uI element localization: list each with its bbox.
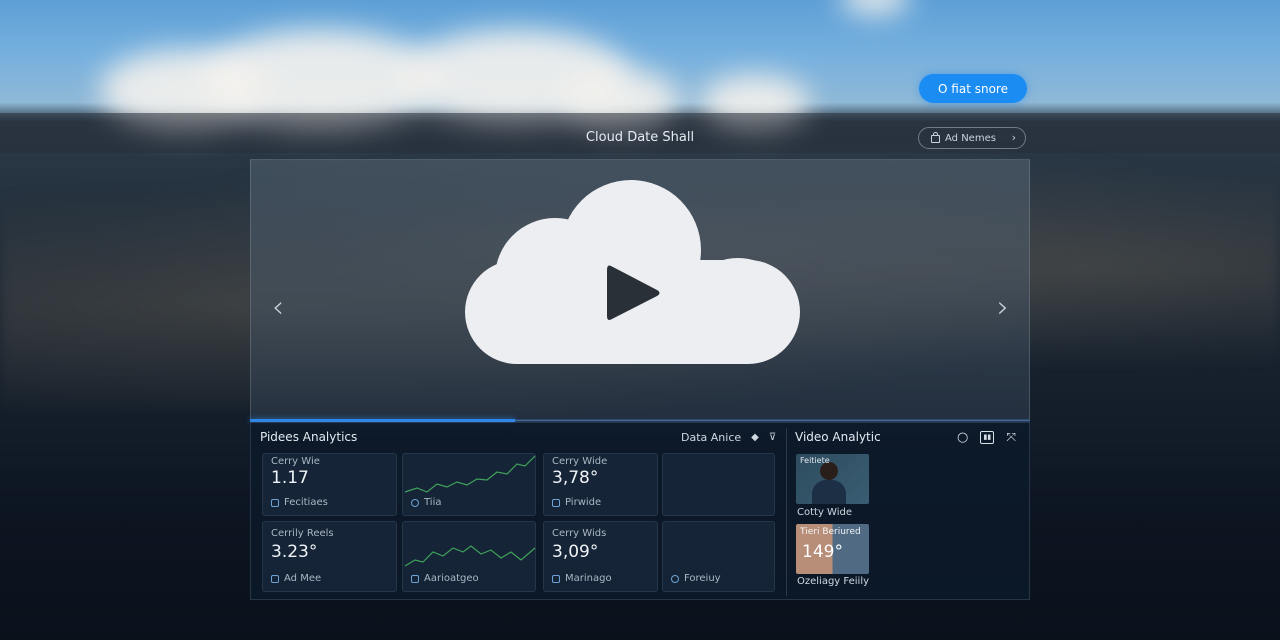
play-icon[interactable] [605, 262, 663, 324]
clock-icon [411, 498, 419, 507]
metric-footer: Ad Mee [284, 573, 322, 584]
metric-card[interactable]: Cerry Wide 3,78° Pirwide [543, 453, 658, 516]
metric-card[interactable]: Foreiuy [662, 521, 775, 592]
video-thumbnail[interactable]: Feitiete [796, 454, 869, 504]
thumbnail-caption: Tieri Beriured [800, 527, 861, 537]
calendar-icon [271, 498, 279, 507]
sparkline-card[interactable]: Tiia [402, 453, 536, 516]
metric-footer: Marinago [565, 573, 612, 584]
calendar-icon [271, 574, 279, 583]
metric-value: 3.23° [271, 542, 318, 562]
globe-icon [671, 574, 679, 583]
thumbnail-label: Ozeliagy Feiily [797, 576, 870, 587]
panel-divider [786, 428, 787, 596]
sparkline-card[interactable]: Aarioatgeo [402, 521, 536, 592]
video-analytics-toolbar: ○ ▮▮ ⤧ [957, 430, 1016, 445]
person-body [812, 480, 846, 504]
analytics-filter[interactable]: Data Anice ◆ ⊽ [681, 431, 776, 444]
metric-label: Cerrily Reels [271, 528, 334, 539]
metric-value: 3,09° [552, 542, 599, 562]
metric-footer: Tiia [424, 497, 442, 508]
metric-card[interactable]: Cerrily Reels 3.23° Ad Mee [262, 521, 397, 592]
circle-icon[interactable]: ○ [957, 430, 968, 445]
metric-label: Cerry Wids [552, 528, 607, 539]
lock-icon [931, 132, 940, 143]
metric-label: Cerry Wie [271, 456, 320, 467]
metric-value: 1.17 [271, 468, 309, 488]
metric-card[interactable]: Cerry Wids 3,09° Marinago [543, 521, 658, 592]
metric-footer: Aarioatgeo [424, 573, 479, 584]
metric-label: Cerry Wide [552, 456, 608, 467]
metric-footer: Fecitiaes [284, 497, 328, 508]
metric-value: 3,78° [552, 468, 599, 488]
chevron-right-icon: › [1011, 131, 1016, 144]
grid-icon[interactable]: ▮▮ [980, 431, 995, 444]
metric-card[interactable]: Cerry Wie 1.17 Fecitiaes [262, 453, 397, 516]
metric-footer: Pirwide [565, 497, 602, 508]
page-title: Cloud Date Shall [585, 130, 695, 145]
empty-card [662, 453, 775, 516]
filter-label: Data Anice [681, 431, 742, 444]
primary-action-button[interactable]: O fiat snore [919, 74, 1027, 103]
analytics-title: Pidees Analytics [260, 430, 358, 444]
calendar-icon [411, 574, 419, 583]
secondary-button-label: Ad Nemes [945, 132, 996, 144]
prev-arrow-button[interactable]: ‹ [267, 290, 289, 326]
thumbnail-label: Cotty Wide [797, 507, 852, 518]
next-arrow-button[interactable]: › [992, 290, 1014, 326]
filter-icon[interactable]: ⊽ [769, 432, 776, 443]
sparkline-chart [404, 545, 536, 567]
diamond-icon[interactable]: ◆ [751, 432, 759, 443]
video-thumbnail[interactable]: Tieri Beriured 149° [796, 524, 869, 574]
cloud-icon [465, 180, 800, 364]
metric-footer: Foreiuy [684, 573, 721, 584]
secondary-action-button[interactable]: Ad Nemes › [918, 127, 1026, 149]
video-analytics-title: Video Analytic [795, 430, 881, 444]
thumbnail-caption: Feitiete [800, 456, 830, 465]
thumbnail-value: 149° [802, 542, 843, 562]
expand-icon[interactable]: ⤧ [1006, 430, 1016, 445]
calendar-icon [552, 574, 560, 583]
calendar-icon [552, 498, 560, 507]
